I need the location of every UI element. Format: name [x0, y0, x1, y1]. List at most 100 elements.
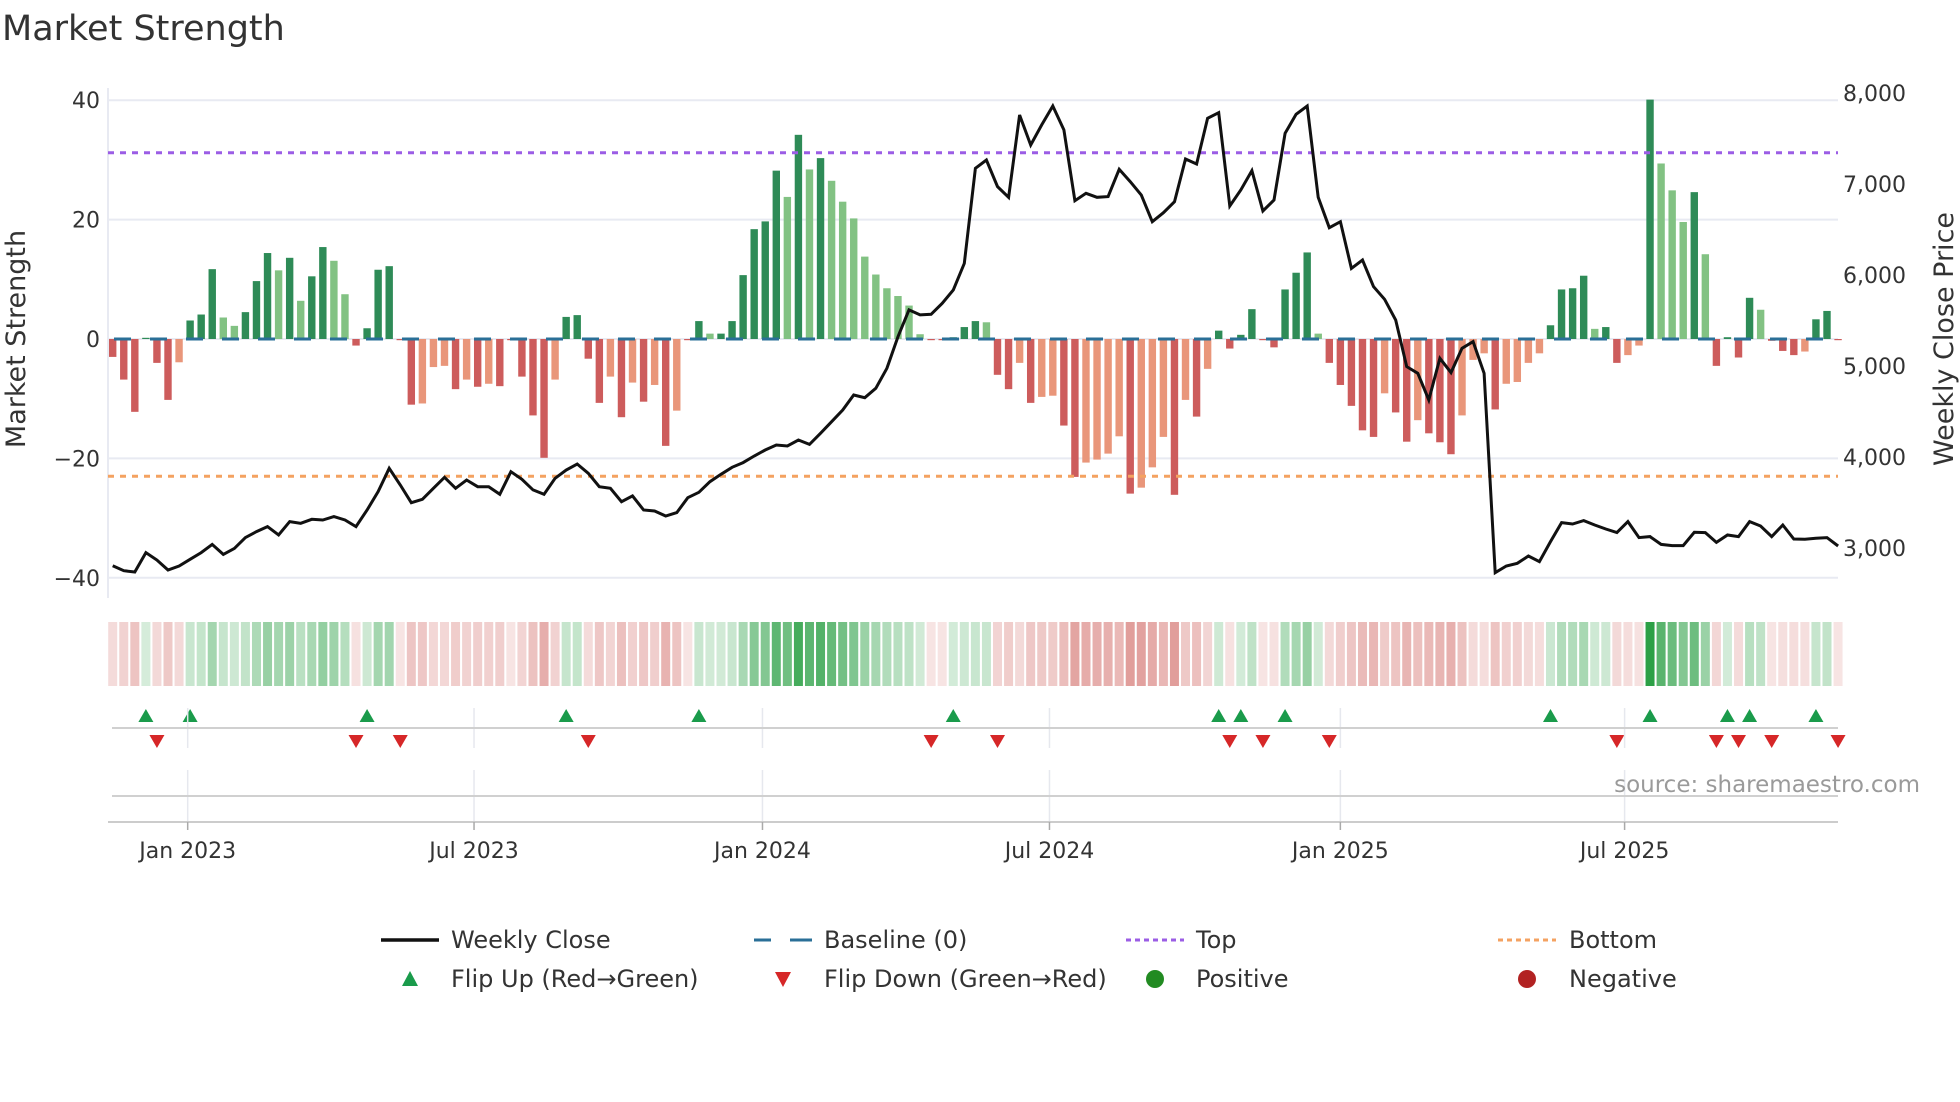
strength-bar — [462, 339, 471, 380]
x-tick-label: Jul 2025 — [1578, 839, 1670, 864]
strength-bar — [241, 312, 250, 339]
strength-bar — [252, 281, 261, 339]
strip-cell — [804, 622, 814, 686]
strength-bar — [717, 333, 725, 339]
flip-down-marker — [580, 735, 596, 748]
strength-bar — [595, 339, 604, 403]
strength-bar — [164, 339, 172, 400]
strip-cell — [672, 622, 682, 686]
strength-bar — [352, 339, 360, 346]
flip-down-marker — [392, 735, 408, 748]
flip-down-marker — [1222, 735, 1238, 748]
strip-cell — [1512, 622, 1522, 686]
legend-label: Baseline (0) — [824, 926, 967, 954]
strength-bar — [109, 339, 117, 357]
legend-label: Weekly Close — [451, 926, 611, 954]
strip-cell — [1092, 622, 1102, 686]
strength-bar — [1248, 309, 1256, 339]
legend-item-weekly-close: Weekly Close — [381, 926, 611, 954]
strip-cell — [1435, 622, 1445, 686]
strip-cell — [351, 622, 361, 686]
flip-up-marker — [1808, 709, 1824, 722]
strip-cell — [771, 622, 781, 686]
strength-bar — [1812, 319, 1820, 339]
strip-cell — [207, 622, 217, 686]
strip-cell — [1269, 622, 1279, 686]
strength-bar — [695, 321, 703, 339]
strength-bar — [1535, 339, 1544, 354]
flip-up-marker — [1742, 709, 1758, 722]
strength-bar — [739, 275, 747, 339]
strip-cell — [926, 622, 936, 686]
strength-bar — [1834, 339, 1842, 341]
strength-bar — [960, 327, 969, 339]
flip-up-marker — [691, 709, 707, 722]
strip-cell — [384, 622, 394, 686]
strength-bar — [1071, 339, 1079, 477]
strip-cell — [882, 622, 892, 686]
strip-cell — [1800, 622, 1810, 686]
x-tick-label: Jul 2023 — [427, 839, 519, 864]
flip-down-marker — [1764, 735, 1780, 748]
strength-bar — [1391, 339, 1400, 413]
strength-bar — [1502, 339, 1510, 384]
strength-bar — [496, 339, 504, 387]
flip-up-marker — [138, 709, 154, 722]
strength-bar — [827, 180, 836, 339]
strip-cell — [1700, 622, 1710, 686]
strip-cell — [1059, 622, 1069, 686]
strip-cell — [1590, 622, 1600, 686]
strip-cell — [1247, 622, 1257, 686]
y-right-tick-label: 4,000 — [1843, 446, 1906, 471]
flip-down-marker — [1830, 735, 1846, 748]
strength-bar — [429, 339, 438, 368]
legend-label: Bottom — [1569, 926, 1657, 954]
strip-cell — [1147, 622, 1157, 686]
strength-bar — [1159, 339, 1168, 437]
strip-cell — [263, 622, 273, 686]
x-tick-label: Jul 2024 — [1003, 839, 1095, 864]
strength-bar — [1369, 339, 1378, 437]
strength-bar — [186, 320, 194, 339]
chart-title: Market Strength — [2, 9, 285, 49]
strength-bar — [1701, 254, 1710, 339]
flip-down-marker — [149, 735, 165, 748]
strip-cell — [517, 622, 527, 686]
flip-down-marker — [348, 735, 364, 748]
strength-bar — [1712, 339, 1721, 366]
strip-cell — [583, 622, 593, 686]
strength-bar — [1325, 339, 1333, 363]
strength-bar — [728, 321, 736, 339]
strip-cell — [1734, 622, 1744, 686]
strength-bar — [1358, 339, 1367, 431]
strength-bar — [297, 300, 305, 339]
strength-bar — [131, 339, 139, 412]
strength-bar — [794, 134, 803, 339]
y-left-tick-label: −40 — [54, 567, 100, 592]
strength-bar — [662, 339, 670, 446]
legend-item-flip-up: Flip Up (Red→Green) — [402, 965, 699, 993]
strip-cell — [196, 622, 206, 686]
strength-bar — [1491, 339, 1499, 410]
strip-cell — [1225, 622, 1235, 686]
strip-cell — [1756, 622, 1766, 686]
strip-cell — [141, 622, 151, 686]
strength-bar — [1557, 289, 1566, 339]
y-right-tick-label: 3,000 — [1843, 537, 1906, 562]
strip-cell — [1357, 622, 1367, 686]
strip-cell — [1534, 622, 1544, 686]
strength-bar — [573, 315, 581, 339]
strength-bar — [783, 196, 792, 339]
strength-bar — [1624, 339, 1632, 356]
strip-cell — [185, 622, 195, 686]
strip-cell — [871, 622, 881, 686]
strength-bar — [540, 339, 548, 458]
strength-bar — [927, 339, 935, 341]
strip-cell — [782, 622, 792, 686]
strip-cell — [1468, 622, 1478, 686]
strip-cell — [163, 622, 173, 686]
strip-cell — [307, 622, 317, 686]
strength-bar — [1513, 339, 1522, 382]
strength-bar — [883, 288, 891, 339]
strength-bar — [1679, 221, 1687, 339]
